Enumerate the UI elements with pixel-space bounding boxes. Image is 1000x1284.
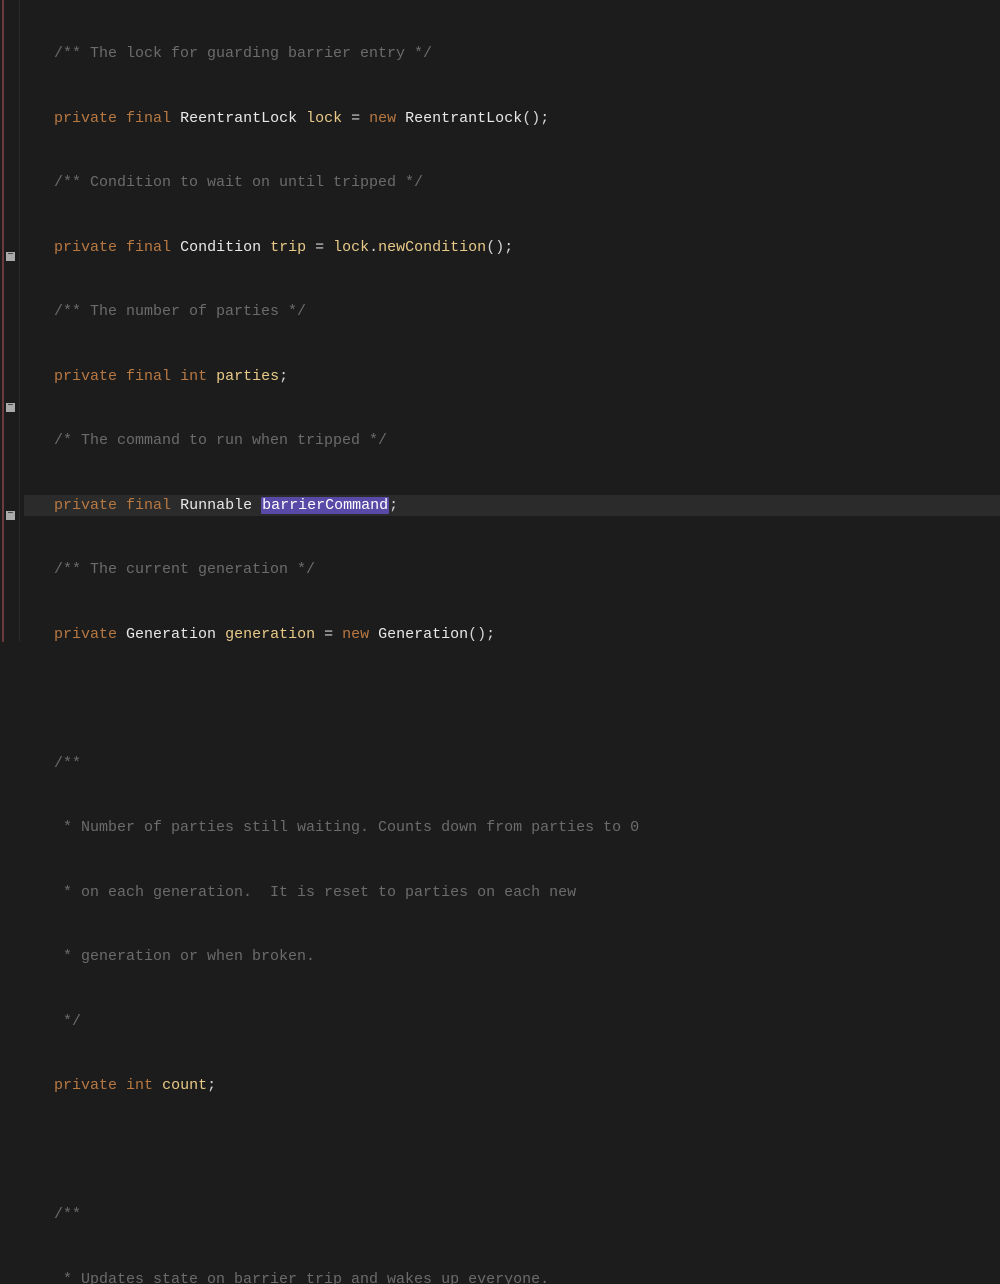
comment: * generation or when broken. bbox=[54, 948, 315, 965]
comment: * on each generation. It is reset to par… bbox=[54, 884, 576, 901]
code-line: /** The current generation */ bbox=[24, 559, 1000, 581]
code-line: /* The command to run when tripped */ bbox=[24, 430, 1000, 452]
code-line: private final ReentrantLock lock = new R… bbox=[24, 108, 1000, 130]
code-line-blank bbox=[24, 688, 1000, 710]
code-line-current: private final Runnable barrierCommand; bbox=[24, 495, 1000, 517]
fold-marker-icon[interactable]: − bbox=[6, 252, 15, 261]
comment: */ bbox=[54, 1013, 81, 1030]
code-line: /** bbox=[24, 1204, 1000, 1226]
code-line: private int count; bbox=[24, 1075, 1000, 1097]
code-line: * Number of parties still waiting. Count… bbox=[24, 817, 1000, 839]
comment: /** The lock for guarding barrier entry … bbox=[54, 45, 432, 62]
fold-marker-icon[interactable]: − bbox=[6, 511, 15, 520]
code-line: * generation or when broken. bbox=[24, 946, 1000, 968]
comment: /** Condition to wait on until tripped *… bbox=[54, 174, 423, 191]
code-line: */ bbox=[24, 1011, 1000, 1033]
code-line: private final int parties; bbox=[24, 366, 1000, 388]
code-line: * on each generation. It is reset to par… bbox=[24, 882, 1000, 904]
code-line: private final Condition trip = lock.newC… bbox=[24, 237, 1000, 259]
comment: /** The number of parties */ bbox=[54, 303, 306, 320]
comment: * Updates state on barrier trip and wake… bbox=[54, 1271, 549, 1284]
gutter: − − − bbox=[0, 0, 20, 642]
change-marker-line bbox=[2, 0, 4, 642]
code-line: /** bbox=[24, 753, 1000, 775]
code-line: /** Condition to wait on until tripped *… bbox=[24, 172, 1000, 194]
comment: * Number of parties still waiting. Count… bbox=[54, 819, 639, 836]
code-line-blank bbox=[24, 1140, 1000, 1162]
code-line: /** The lock for guarding barrier entry … bbox=[24, 43, 1000, 65]
fold-marker-icon[interactable]: − bbox=[6, 403, 15, 412]
code-line: * Updates state on barrier trip and wake… bbox=[24, 1269, 1000, 1284]
selected-text: barrierCommand bbox=[261, 497, 389, 514]
comment: /* The command to run when tripped */ bbox=[54, 432, 387, 449]
comment: /** bbox=[54, 1206, 81, 1223]
code-line: /** The number of parties */ bbox=[24, 301, 1000, 323]
code-editor[interactable]: − − − /** The lock for guarding barrier … bbox=[0, 0, 1000, 642]
comment: /** bbox=[54, 755, 81, 772]
comment: /** The current generation */ bbox=[54, 561, 315, 578]
code-area[interactable]: /** The lock for guarding barrier entry … bbox=[20, 0, 1000, 642]
